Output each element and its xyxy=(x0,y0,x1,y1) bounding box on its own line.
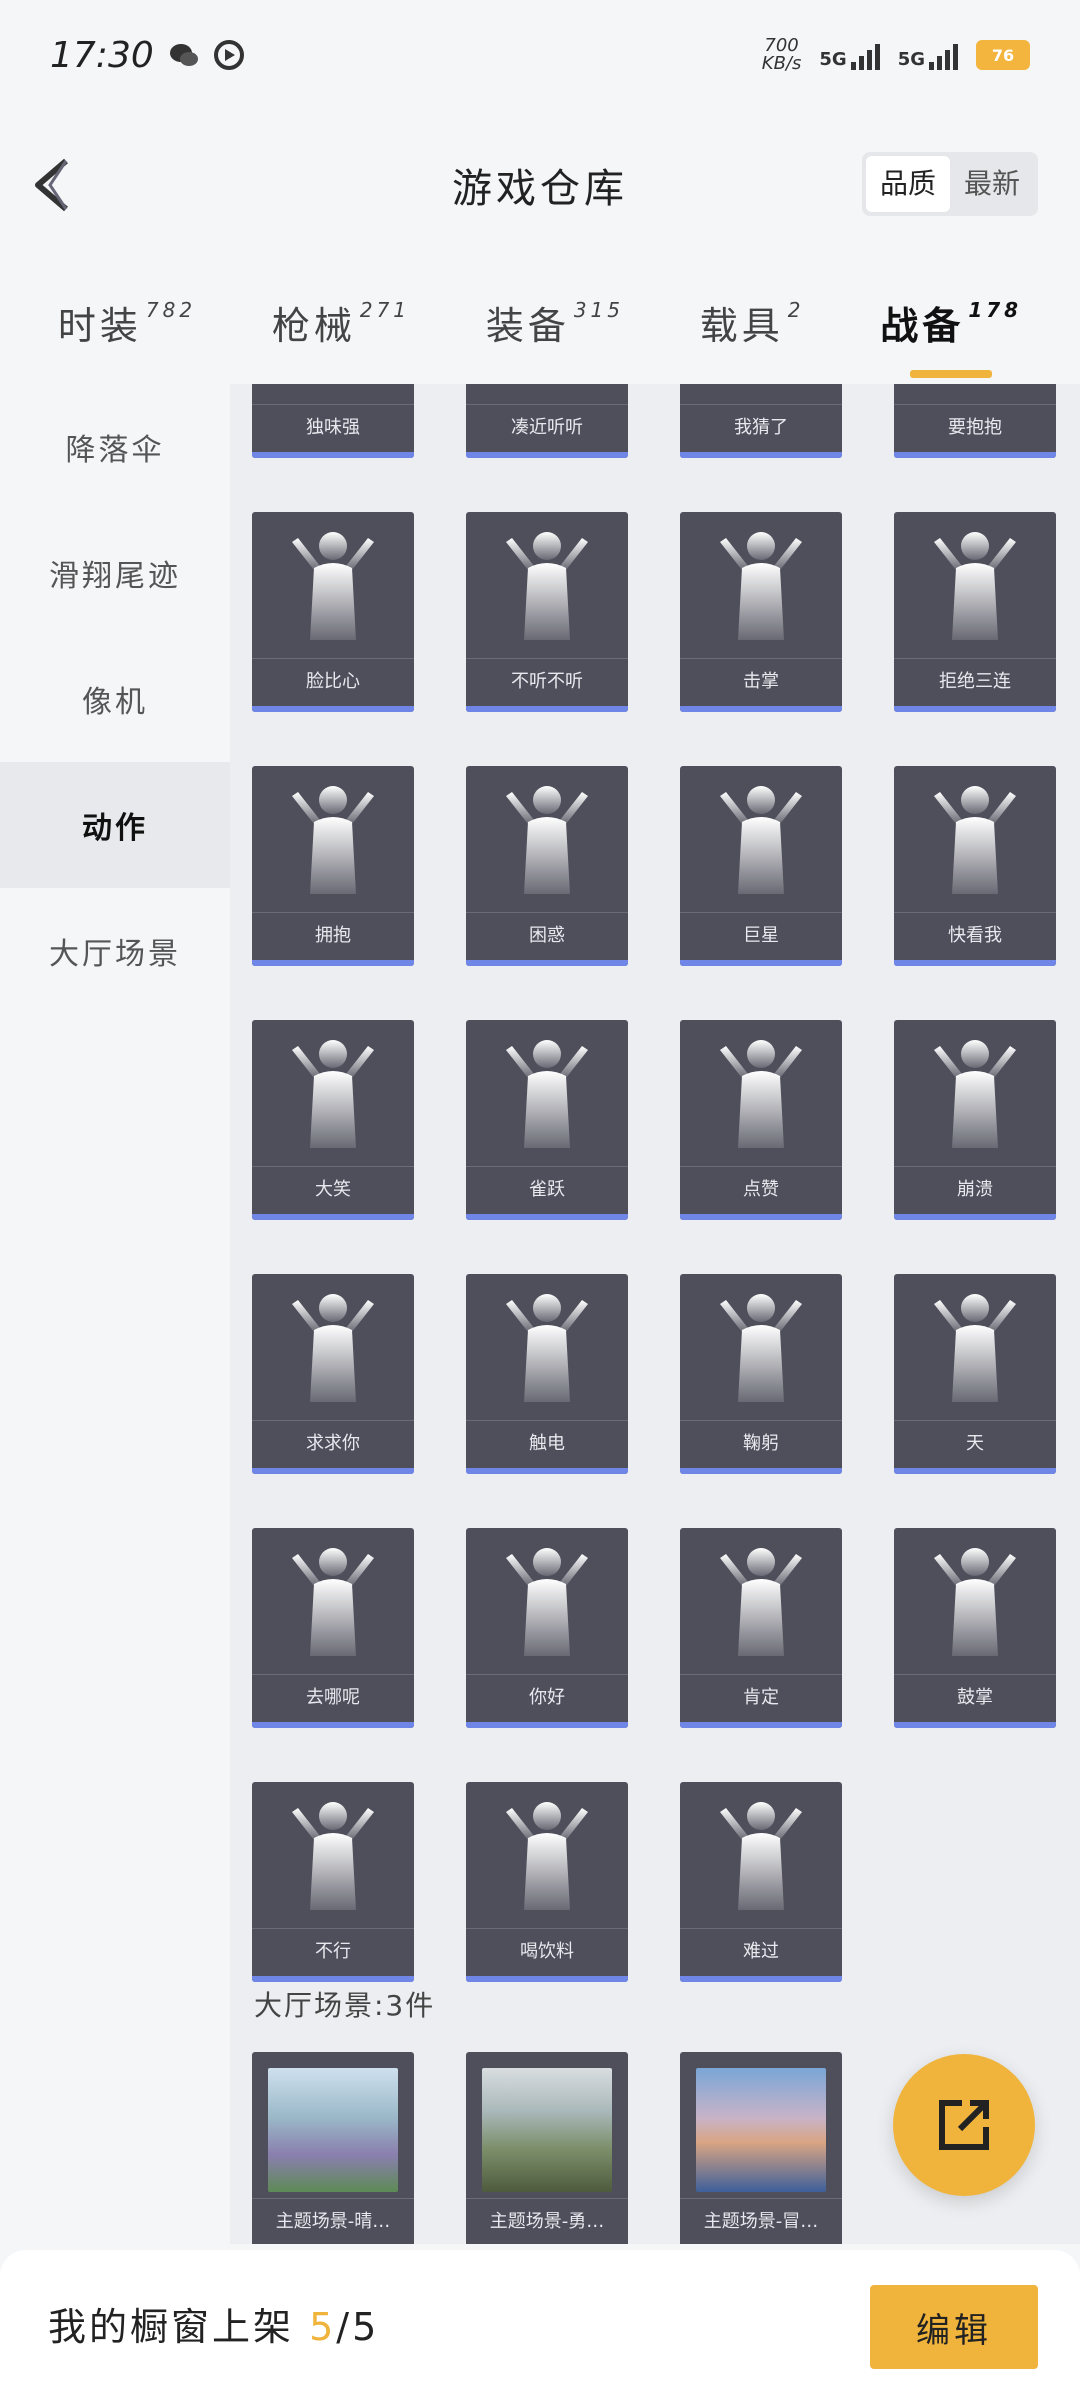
emote-card[interactable]: 触电 xyxy=(466,1274,628,1474)
signal-bars-icon xyxy=(850,40,880,70)
emote-figure-icon xyxy=(894,1274,1056,1418)
emote-card[interactable]: 去哪呢 xyxy=(252,1528,414,1728)
emote-card[interactable]: 雀跃 xyxy=(466,1020,628,1220)
emote-card[interactable]: 鞠躬 xyxy=(680,1274,842,1474)
header: 游戏仓库 品质 最新 xyxy=(0,110,1080,260)
sidebar-item-parachute[interactable]: 降落伞 xyxy=(0,384,230,510)
emote-figure-icon xyxy=(680,1274,842,1418)
sidebar-item-camera[interactable]: 像机 xyxy=(0,636,230,762)
emote-figure-icon xyxy=(680,512,842,656)
edit-button[interactable]: 编辑 xyxy=(870,2285,1038,2369)
emote-figure-icon xyxy=(894,1020,1056,1164)
emote-figure-icon xyxy=(894,512,1056,656)
tab-vehicles[interactable]: 载具 2 xyxy=(700,295,805,350)
emote-card[interactable]: 巨星 xyxy=(680,766,842,966)
emote-figure-icon xyxy=(466,766,628,910)
network-speed: 700 KB/s xyxy=(761,35,802,74)
emote-card[interactable]: 不行 xyxy=(252,1782,414,1982)
emote-card[interactable]: 快看我 xyxy=(894,766,1056,966)
emote-card[interactable]: 拥抱 xyxy=(252,766,414,966)
active-tab-indicator xyxy=(910,369,993,378)
emote-figure-icon xyxy=(680,384,842,402)
sidebar-item-glide-trail[interactable]: 滑翔尾迹 xyxy=(0,510,230,636)
emote-card[interactable]: 喝饮料 xyxy=(466,1782,628,1982)
lobby-scene-section-title: 大厅场景:3件 xyxy=(254,1989,436,2022)
signal-bars-icon xyxy=(929,40,958,70)
emote-card[interactable]: 点赞 xyxy=(680,1020,842,1220)
video-app-icon xyxy=(213,40,244,70)
emote-figure-icon xyxy=(680,1020,842,1164)
status-bar: 17:30 700 KB/s 5G 5G 76 xyxy=(0,0,1080,110)
sort-latest-button[interactable]: 最新 xyxy=(950,156,1034,212)
scene-card[interactable]: 主题场景-勇… xyxy=(466,2052,628,2244)
item-grid-area[interactable]: 独味强 凑近听听 我猜了 要抱抱 脸比心 不听不听 击掌 拒绝三连拥抱 困惑 巨星 快看我大… xyxy=(230,384,1080,2244)
scene-card[interactable]: 主题场景-晴… xyxy=(252,2052,414,2244)
emote-figure-icon xyxy=(466,1782,628,1926)
emote-figure-icon xyxy=(680,1782,842,1926)
share-button[interactable] xyxy=(893,2054,1035,2196)
tab-guns[interactable]: 枪械 271 xyxy=(272,295,410,350)
emote-card[interactable]: 独味强 xyxy=(252,384,414,458)
battery-icon: 76 xyxy=(976,40,1030,70)
signal-1: 5G xyxy=(819,40,880,70)
sidebar: 降落伞 滑翔尾迹 像机 动作 大厅场景 xyxy=(0,384,230,2244)
emote-card[interactable]: 你好 xyxy=(466,1528,628,1728)
emote-figure-icon xyxy=(252,766,414,910)
emote-figure-icon xyxy=(466,512,628,656)
emote-grid: 脸比心 不听不听 击掌 拒绝三连拥抱 困惑 巨星 快看我大笑 雀跃 点赞 崩溃求求你 触电 鞠躬天去哪… xyxy=(252,512,1062,1982)
emote-figure-icon xyxy=(894,766,1056,910)
scene-thumbnail xyxy=(482,2068,612,2192)
emote-card[interactable]: 崩溃 xyxy=(894,1020,1056,1220)
emote-figure-icon xyxy=(894,1528,1056,1672)
emote-card[interactable]: 难过 xyxy=(680,1782,842,1982)
scene-thumbnail xyxy=(696,2068,826,2192)
emote-card[interactable]: 我猜了 xyxy=(680,384,842,458)
emote-figure-icon xyxy=(894,384,1056,402)
emote-card[interactable]: 鼓掌 xyxy=(894,1528,1056,1728)
emote-figure-icon xyxy=(252,1782,414,1926)
emote-figure-icon xyxy=(252,1528,414,1672)
sort-quality-button[interactable]: 品质 xyxy=(865,156,950,212)
emote-figure-icon xyxy=(252,1274,414,1418)
emote-figure-icon xyxy=(466,1020,628,1164)
emote-card[interactable]: 击掌 xyxy=(680,512,842,712)
emote-grid-partial: 独味强 凑近听听 我猜了 要抱抱 xyxy=(252,384,1062,458)
emote-card[interactable]: 拒绝三连 xyxy=(894,512,1056,712)
emote-figure-icon xyxy=(252,1020,414,1164)
signal-2: 5G xyxy=(898,40,958,70)
emote-figure-icon xyxy=(466,1274,628,1418)
emote-figure-icon xyxy=(680,1528,842,1672)
wechat-icon xyxy=(169,44,198,66)
emote-card[interactable]: 困惑 xyxy=(466,766,628,966)
emote-card[interactable]: 不听不听 xyxy=(466,512,628,712)
emote-card[interactable]: 大笑 xyxy=(252,1020,414,1220)
emote-figure-icon xyxy=(252,384,414,402)
emote-card[interactable]: 肯定 xyxy=(680,1528,842,1728)
emote-figure-icon xyxy=(680,766,842,910)
emote-figure-icon xyxy=(466,384,628,402)
emote-card[interactable]: 凑近听听 xyxy=(466,384,628,458)
scene-thumbnail xyxy=(268,2068,398,2192)
emote-figure-icon xyxy=(252,512,414,656)
showcase-status: 我的橱窗上架 5/5 xyxy=(48,2305,380,2349)
emote-card[interactable]: 要抱抱 xyxy=(894,384,1056,458)
emote-card[interactable]: 脸比心 xyxy=(252,512,414,712)
clock: 17:30 xyxy=(50,34,154,76)
emote-card[interactable]: 天 xyxy=(894,1274,1056,1474)
sidebar-item-lobby-scene[interactable]: 大厅场景 xyxy=(0,888,230,1014)
tab-equipment[interactable]: 装备 315 xyxy=(486,295,624,350)
emote-card[interactable]: 求求你 xyxy=(252,1274,414,1474)
sidebar-item-emotes[interactable]: 动作 xyxy=(0,762,230,888)
tab-fashion[interactable]: 时装 782 xyxy=(58,295,196,350)
sort-toggle: 品质 最新 xyxy=(861,152,1038,216)
share-external-icon xyxy=(939,2100,989,2150)
tab-battle-gear[interactable]: 战备 178 xyxy=(880,295,1022,378)
category-tabs: 时装 782 枪械 271 装备 315 载具 2 战备 178 xyxy=(0,260,1080,384)
emote-figure-icon xyxy=(466,1528,628,1672)
scene-card[interactable]: 主题场景-冒… xyxy=(680,2052,842,2244)
bottom-bar: 我的橱窗上架 5/5 编辑 xyxy=(0,2250,1080,2400)
